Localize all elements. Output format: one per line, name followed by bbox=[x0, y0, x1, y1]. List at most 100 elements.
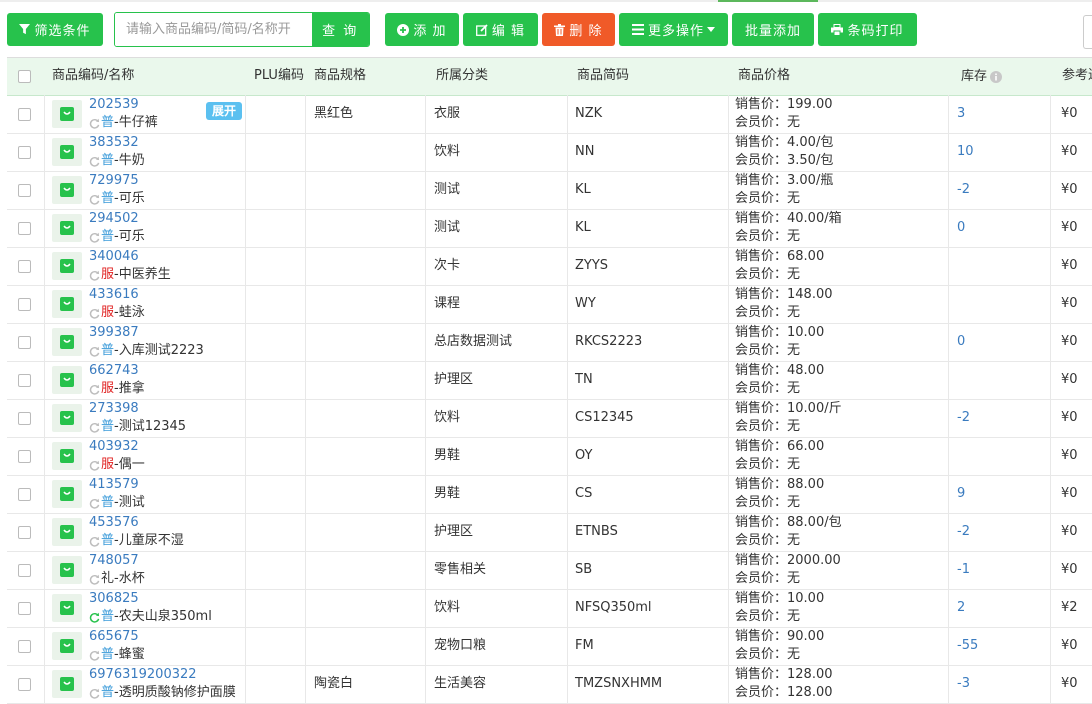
product-code-link[interactable]: 413579 bbox=[89, 477, 139, 493]
table-row[interactable]: 729975 普 - 可乐 测试 KL 销售价：3.00/瓶 会员价：无 -2 ¥0 bbox=[7, 171, 1092, 210]
product-thumbnail[interactable] bbox=[52, 480, 82, 508]
product-code-link[interactable]: 202539 bbox=[89, 97, 139, 113]
product-code-link[interactable]: 403932 bbox=[89, 439, 139, 455]
product-thumbnail[interactable] bbox=[52, 138, 82, 166]
product-code-link[interactable]: 748057 bbox=[89, 553, 139, 569]
table-row[interactable]: 273398 普 - 测试12345 饮料 CS12345 销售价：10.00/斤 会员价：无… bbox=[7, 399, 1092, 438]
info-icon[interactable] bbox=[990, 70, 1003, 83]
row-checkbox[interactable] bbox=[18, 564, 31, 577]
product-code-link[interactable]: 383532 bbox=[89, 135, 139, 151]
product-code-link[interactable]: 306825 bbox=[89, 591, 139, 607]
filter-button[interactable]: 筛选条件 bbox=[7, 13, 103, 46]
delete-button[interactable]: 删 除 bbox=[542, 13, 615, 46]
table-row[interactable]: 340046 服 - 中医养生 次卡 ZYYS 销售价：68.00 会员价：无 ¥0 bbox=[7, 247, 1092, 286]
expand-button[interactable]: 展开 bbox=[206, 102, 242, 120]
row-checkbox[interactable] bbox=[18, 678, 31, 691]
product-thumbnail[interactable] bbox=[52, 252, 82, 280]
col-header-category[interactable]: 所属分类 bbox=[436, 58, 566, 95]
toolbar-overflow-control[interactable] bbox=[1083, 15, 1092, 49]
stock-link[interactable]: -2 bbox=[957, 513, 970, 551]
stock-link[interactable]: 9 bbox=[957, 475, 965, 513]
col-header-ref-cost[interactable]: 参考进价 bbox=[1062, 58, 1092, 95]
product-code-link[interactable]: 340046 bbox=[89, 249, 139, 265]
table-row[interactable]: 294502 普 - 可乐 测试 KL 销售价：40.00/箱 会员价：无 0 ¥0 bbox=[7, 209, 1092, 248]
product-code-link[interactable]: 453576 bbox=[89, 515, 139, 531]
table-row[interactable]: 665675 普 - 蜂蜜 宠物口粮 FM 销售价：90.00 会员价：无 -55 ¥0 bbox=[7, 627, 1092, 666]
add-button[interactable]: 添 加 bbox=[385, 13, 459, 46]
search-button[interactable]: 查 询 bbox=[311, 13, 369, 46]
table-row[interactable]: 6976319200322 普 - 透明质酸钠修护面膜 陶瓷白 生活美容 TMZSNXHMM… bbox=[7, 665, 1092, 704]
stock-link[interactable]: -55 bbox=[957, 627, 978, 665]
product-code-link[interactable]: 399387 bbox=[89, 325, 139, 341]
product-thumbnail[interactable] bbox=[52, 214, 82, 242]
row-checkbox[interactable] bbox=[18, 488, 31, 501]
row-checkbox[interactable] bbox=[18, 336, 31, 349]
row-checkbox[interactable] bbox=[18, 298, 31, 311]
product-thumbnail[interactable] bbox=[52, 404, 82, 432]
product-thumbnail[interactable] bbox=[52, 100, 82, 128]
cell-divider bbox=[567, 247, 568, 285]
select-all-checkbox[interactable] bbox=[18, 70, 31, 83]
product-thumbnail[interactable] bbox=[52, 670, 82, 698]
row-checkbox[interactable] bbox=[18, 640, 31, 653]
row-checkbox[interactable] bbox=[18, 374, 31, 387]
product-code-link[interactable]: 729975 bbox=[89, 173, 139, 189]
stock-link[interactable]: 10 bbox=[957, 133, 974, 171]
batch-add-button[interactable]: 批量添加 bbox=[732, 13, 814, 46]
product-code-link[interactable]: 273398 bbox=[89, 401, 139, 417]
row-checkbox[interactable] bbox=[18, 184, 31, 197]
cell-divider bbox=[728, 323, 729, 361]
product-thumbnail[interactable] bbox=[52, 366, 82, 394]
stock-link[interactable]: 3 bbox=[957, 95, 965, 133]
search-input[interactable] bbox=[115, 13, 312, 46]
product-code-link[interactable]: 6976319200322 bbox=[89, 667, 197, 683]
stock-link[interactable]: -2 bbox=[957, 399, 970, 437]
table-row[interactable]: 399387 普 - 入库测试2223 总店数据测试 RKCS2223 销售价：10.00 会… bbox=[7, 323, 1092, 362]
col-header-plu[interactable]: PLU编码 bbox=[254, 58, 304, 95]
row-checkbox[interactable] bbox=[18, 108, 31, 121]
table-row[interactable]: 383532 普 - 牛奶 饮料 NN 销售价：4.00/包 会员价：3.50/包 10 ¥0 bbox=[7, 133, 1092, 172]
table-row[interactable]: 433616 服 - 蛙泳 课程 WY 销售价：148.00 会员价：无 ¥0 bbox=[7, 285, 1092, 324]
table-row[interactable]: 403932 服 - 偶一 男鞋 OY 销售价：66.00 会员价：无 ¥0 bbox=[7, 437, 1092, 476]
stock-link[interactable]: -2 bbox=[957, 171, 970, 209]
row-checkbox[interactable] bbox=[18, 260, 31, 273]
sale-price: 销售价：128.00 bbox=[735, 667, 833, 682]
stock-link[interactable]: 0 bbox=[957, 209, 965, 247]
table-row[interactable]: 202539 普 - 牛仔裤 展开 黑红色 衣服 NZK 销售价：199.00 会员价：无 3 ¥0 bbox=[7, 95, 1092, 134]
table-row[interactable]: 306825 普 - 农夫山泉350ml 饮料 NFSQ350ml 销售价：10.00 会员价… bbox=[7, 589, 1092, 628]
row-checkbox[interactable] bbox=[18, 412, 31, 425]
col-header-short-code[interactable]: 商品简码 bbox=[577, 58, 727, 95]
product-thumbnail[interactable] bbox=[52, 290, 82, 318]
row-checkbox[interactable] bbox=[18, 526, 31, 539]
table-row[interactable]: 662743 服 - 推拿 护理区 TN 销售价：48.00 会员价：无 ¥0 bbox=[7, 361, 1092, 400]
row-checkbox[interactable] bbox=[18, 602, 31, 615]
col-header-stock[interactable]: 库存 bbox=[961, 58, 1051, 95]
product-code-link[interactable]: 433616 bbox=[89, 287, 139, 303]
product-code-link[interactable]: 665675 bbox=[89, 629, 139, 645]
row-checkbox[interactable] bbox=[18, 450, 31, 463]
stock-link[interactable]: -1 bbox=[957, 551, 970, 589]
product-thumbnail[interactable] bbox=[52, 594, 82, 622]
col-header-price[interactable]: 商品价格 bbox=[738, 58, 938, 95]
edit-button[interactable]: 编 辑 bbox=[463, 13, 538, 46]
product-code-link[interactable]: 294502 bbox=[89, 211, 139, 227]
table-row[interactable]: 748057 礼 - 水杯 零售相关 SB 销售价：2000.00 会员价：无 -1 ¥0 bbox=[7, 551, 1092, 590]
product-thumbnail[interactable] bbox=[52, 176, 82, 204]
product-thumbnail[interactable] bbox=[52, 556, 82, 584]
product-code-link[interactable]: 662743 bbox=[89, 363, 139, 379]
product-thumbnail[interactable] bbox=[52, 328, 82, 356]
stock-link[interactable]: 0 bbox=[957, 323, 965, 361]
row-checkbox[interactable] bbox=[18, 222, 31, 235]
product-thumbnail[interactable] bbox=[52, 442, 82, 470]
more-actions-button[interactable]: 更多操作 bbox=[619, 13, 728, 46]
product-thumbnail[interactable] bbox=[52, 632, 82, 660]
table-row[interactable]: 453576 普 - 儿童尿不湿 护理区 ETNBS 销售价：88.00/包 会员价：无 -2 ¥… bbox=[7, 513, 1092, 552]
barcode-print-button[interactable]: 条码打印 bbox=[818, 13, 917, 46]
stock-link[interactable]: -3 bbox=[957, 665, 970, 703]
col-header-spec[interactable]: 商品规格 bbox=[314, 58, 424, 95]
product-thumbnail[interactable] bbox=[52, 518, 82, 546]
table-row[interactable]: 413579 普 - 测试 男鞋 CS 销售价：88.00 会员价：无 9 ¥0 bbox=[7, 475, 1092, 514]
row-checkbox[interactable] bbox=[18, 146, 31, 159]
stock-link[interactable]: 2 bbox=[957, 589, 965, 627]
col-header-code-name[interactable]: 商品编码/名称 bbox=[52, 58, 242, 95]
